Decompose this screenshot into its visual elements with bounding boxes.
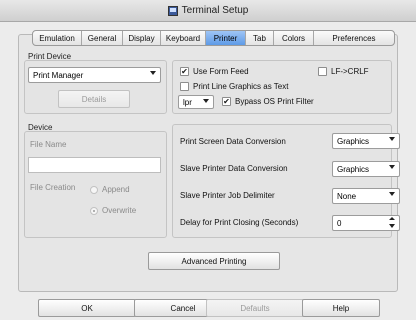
use-form-feed-label: Use Form Feed xyxy=(193,67,249,76)
print-line-graphics-checkbox[interactable] xyxy=(180,82,189,91)
tab-keyboard[interactable]: Keyboard xyxy=(161,31,206,45)
file-name-label: File Name xyxy=(30,140,67,149)
chevron-down-icon xyxy=(389,165,395,169)
lf-crlf-label: LF->CRLF xyxy=(331,67,369,76)
ok-button[interactable]: OK xyxy=(38,299,136,317)
lpr-select[interactable]: lpr xyxy=(178,95,214,109)
tab-tab[interactable]: Tab xyxy=(246,31,274,45)
stepper-up-icon xyxy=(389,217,395,220)
overwrite-radio[interactable] xyxy=(90,207,98,215)
print-device-select[interactable]: Print Manager xyxy=(28,67,161,83)
delay-print-closing-value: 0 xyxy=(337,218,342,228)
file-name-input[interactable] xyxy=(28,157,161,173)
lpr-select-value: lpr xyxy=(183,97,192,107)
print-screen-conversion-value: Graphics xyxy=(337,136,370,146)
chevron-down-icon xyxy=(389,137,395,141)
bypass-os-filter-checkbox[interactable]: ✔ xyxy=(222,97,231,106)
defaults-button[interactable]: Defaults xyxy=(206,299,304,317)
terminal-icon xyxy=(167,5,178,16)
details-button[interactable]: Details xyxy=(58,90,130,108)
slave-printer-delimiter-select[interactable]: None xyxy=(332,188,400,204)
slave-printer-delimiter-value: None xyxy=(337,191,357,201)
bypass-os-filter-label: Bypass OS Print Filter xyxy=(235,97,314,106)
terminal-setup-window: Terminal Setup Emulation General Display… xyxy=(0,0,416,320)
chevron-down-icon xyxy=(150,71,156,75)
slave-printer-conversion-select[interactable]: Graphics xyxy=(332,161,400,177)
tab-emulation[interactable]: Emulation xyxy=(33,31,82,45)
tab-colors[interactable]: Colors xyxy=(274,31,314,45)
print-screen-conversion-label: Print Screen Data Conversion xyxy=(180,137,286,146)
slave-printer-delimiter-label: Slave Printer Job Delimiter xyxy=(180,191,275,200)
use-form-feed-checkbox[interactable]: ✔ xyxy=(180,67,189,76)
tab-bar: Emulation General Display Keyboard Print… xyxy=(32,30,395,46)
print-screen-conversion-select[interactable]: Graphics xyxy=(332,133,400,149)
tab-printer[interactable]: Printer xyxy=(206,31,246,45)
title-bar: Terminal Setup xyxy=(0,0,416,22)
delay-print-closing-stepper[interactable]: 0 xyxy=(332,215,400,231)
tab-general[interactable]: General xyxy=(82,31,123,45)
delay-print-closing-label: Delay for Print Closing (Seconds) xyxy=(180,218,299,227)
slave-printer-conversion-label: Slave Printer Data Conversion xyxy=(180,164,288,173)
advanced-printing-button[interactable]: Advanced Printing xyxy=(148,252,280,270)
append-radio[interactable] xyxy=(90,186,98,194)
overwrite-label: Overwrite xyxy=(102,206,137,215)
tab-preferences[interactable]: Preferences xyxy=(314,31,394,45)
chevron-down-icon xyxy=(203,99,209,103)
help-button[interactable]: Help xyxy=(302,299,380,317)
chevron-down-icon xyxy=(389,192,395,196)
lf-crlf-checkbox[interactable] xyxy=(318,67,327,76)
slave-printer-conversion-value: Graphics xyxy=(337,164,370,174)
print-line-graphics-label: Print Line Graphics as Text xyxy=(193,82,289,91)
append-label: Append xyxy=(102,185,130,194)
file-creation-label: File Creation xyxy=(30,183,76,192)
window-title: Terminal Setup xyxy=(181,5,249,16)
tab-display[interactable]: Display xyxy=(123,31,161,45)
print-device-select-value: Print Manager xyxy=(33,70,84,80)
stepper-down-icon xyxy=(389,224,395,228)
